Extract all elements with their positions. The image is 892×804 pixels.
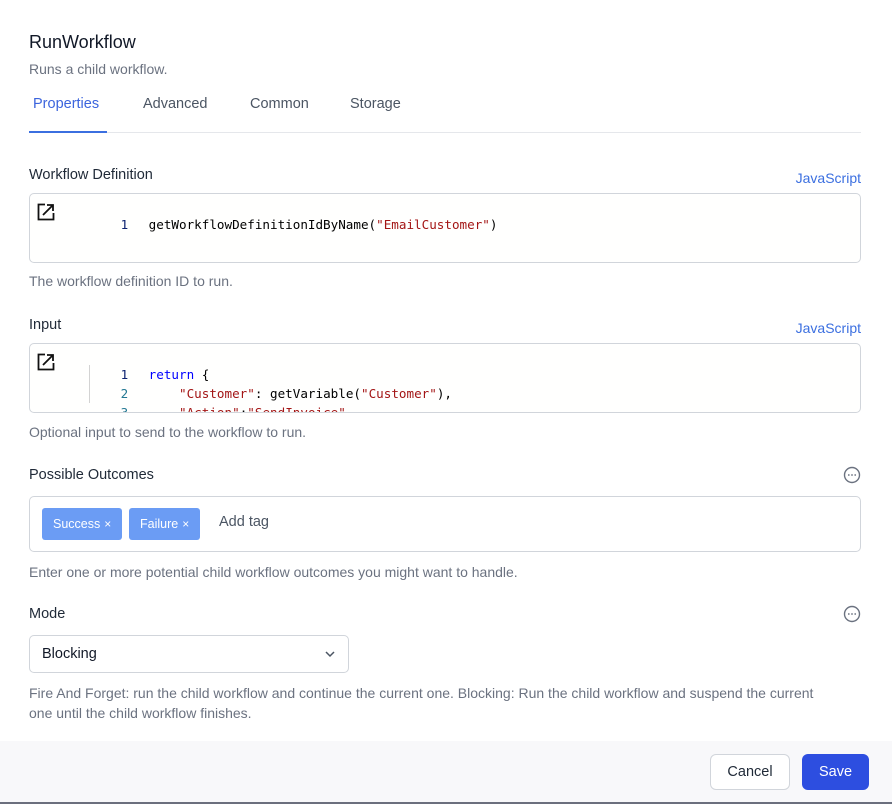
mode-select[interactable]: Blocking — [29, 635, 349, 673]
mode-label: Mode — [29, 606, 66, 622]
input-label: Input — [29, 317, 62, 333]
activity-description: Runs a child workflow. — [29, 61, 168, 77]
mode-selected-value: Blocking — [42, 646, 97, 662]
tab-advanced[interactable]: Advanced — [143, 96, 208, 112]
code-line: 4} — [60, 403, 452, 412]
code-line: 1 getWorkflowDefinitionIdByName("EmailCus… — [60, 196, 498, 232]
workflow-definition-label: Workflow Definition — [29, 167, 153, 183]
code-token: ) — [489, 217, 498, 232]
cancel-button[interactable]: Cancel — [710, 754, 790, 790]
possible-outcomes-label: Possible Outcomes — [29, 467, 154, 483]
tab-bar: Properties Advanced Common Storage — [29, 88, 861, 133]
code-line: 3 "Action":"SendInvoice" — [60, 384, 452, 412]
remove-tag-icon[interactable]: × — [104, 517, 111, 531]
code-lines: 1 getWorkflowDefinitionIdByName("EmailCus… — [60, 196, 498, 232]
tab-storage[interactable]: Storage — [350, 96, 401, 112]
mode-hint: Fire And Forget: run the child workflow … — [29, 685, 814, 721]
workflow-definition-hint: The workflow definition ID to run. — [29, 273, 233, 289]
chevron-down-icon — [325, 651, 335, 658]
add-tag-input[interactable] — [219, 514, 419, 530]
input-hint: Optional input to send to the workflow t… — [29, 424, 307, 440]
remove-tag-icon[interactable]: × — [182, 517, 189, 531]
tab-common[interactable]: Common — [250, 96, 309, 112]
code-lines: 1 return { 2 "Customer": getVariable("Cus… — [60, 346, 452, 412]
tag-success: Success × — [42, 508, 123, 540]
save-button[interactable]: Save — [802, 754, 869, 790]
tag-failure: Failure × — [129, 508, 201, 540]
dialog-footer: Cancel Save — [0, 741, 892, 802]
expand-editor-icon[interactable] — [37, 203, 55, 221]
activity-title: RunWorkflow — [29, 32, 136, 52]
tab-properties[interactable]: Properties — [33, 96, 99, 112]
code-token: getWorkflowDefinitionIdByName( — [148, 217, 377, 232]
outcomes-tag-input[interactable]: Success × Failure × — [29, 496, 861, 552]
tag-label: Failure — [140, 517, 179, 531]
code-line: 1 return { — [60, 346, 452, 382]
possible-outcomes-hint: Enter one or more potential child workfl… — [29, 564, 518, 580]
tag-label: Success — [53, 517, 101, 531]
code-text: getWorkflowDefinitionIdByName("EmailCust… — [149, 215, 498, 234]
more-horizontal-circle-icon[interactable] — [843, 605, 861, 623]
code-line: 2 "Customer": getVariable("Customer"), — [60, 365, 452, 401]
expand-editor-icon[interactable] — [37, 353, 55, 371]
workflow-definition-code-editor[interactable]: 1 getWorkflowDefinitionIdByName("EmailCus… — [29, 193, 861, 263]
line-number: 1 — [120, 217, 129, 232]
code-string: "EmailCustomer" — [376, 217, 490, 232]
input-code-editor[interactable]: 1 return { 2 "Customer": getVariable("Cus… — [29, 343, 861, 413]
input-syntax-button[interactable]: JavaScript — [796, 320, 861, 336]
workflow-definition-syntax-button[interactable]: JavaScript — [796, 170, 861, 186]
active-tab-indicator — [29, 131, 107, 133]
more-horizontal-circle-icon[interactable] — [843, 466, 861, 484]
